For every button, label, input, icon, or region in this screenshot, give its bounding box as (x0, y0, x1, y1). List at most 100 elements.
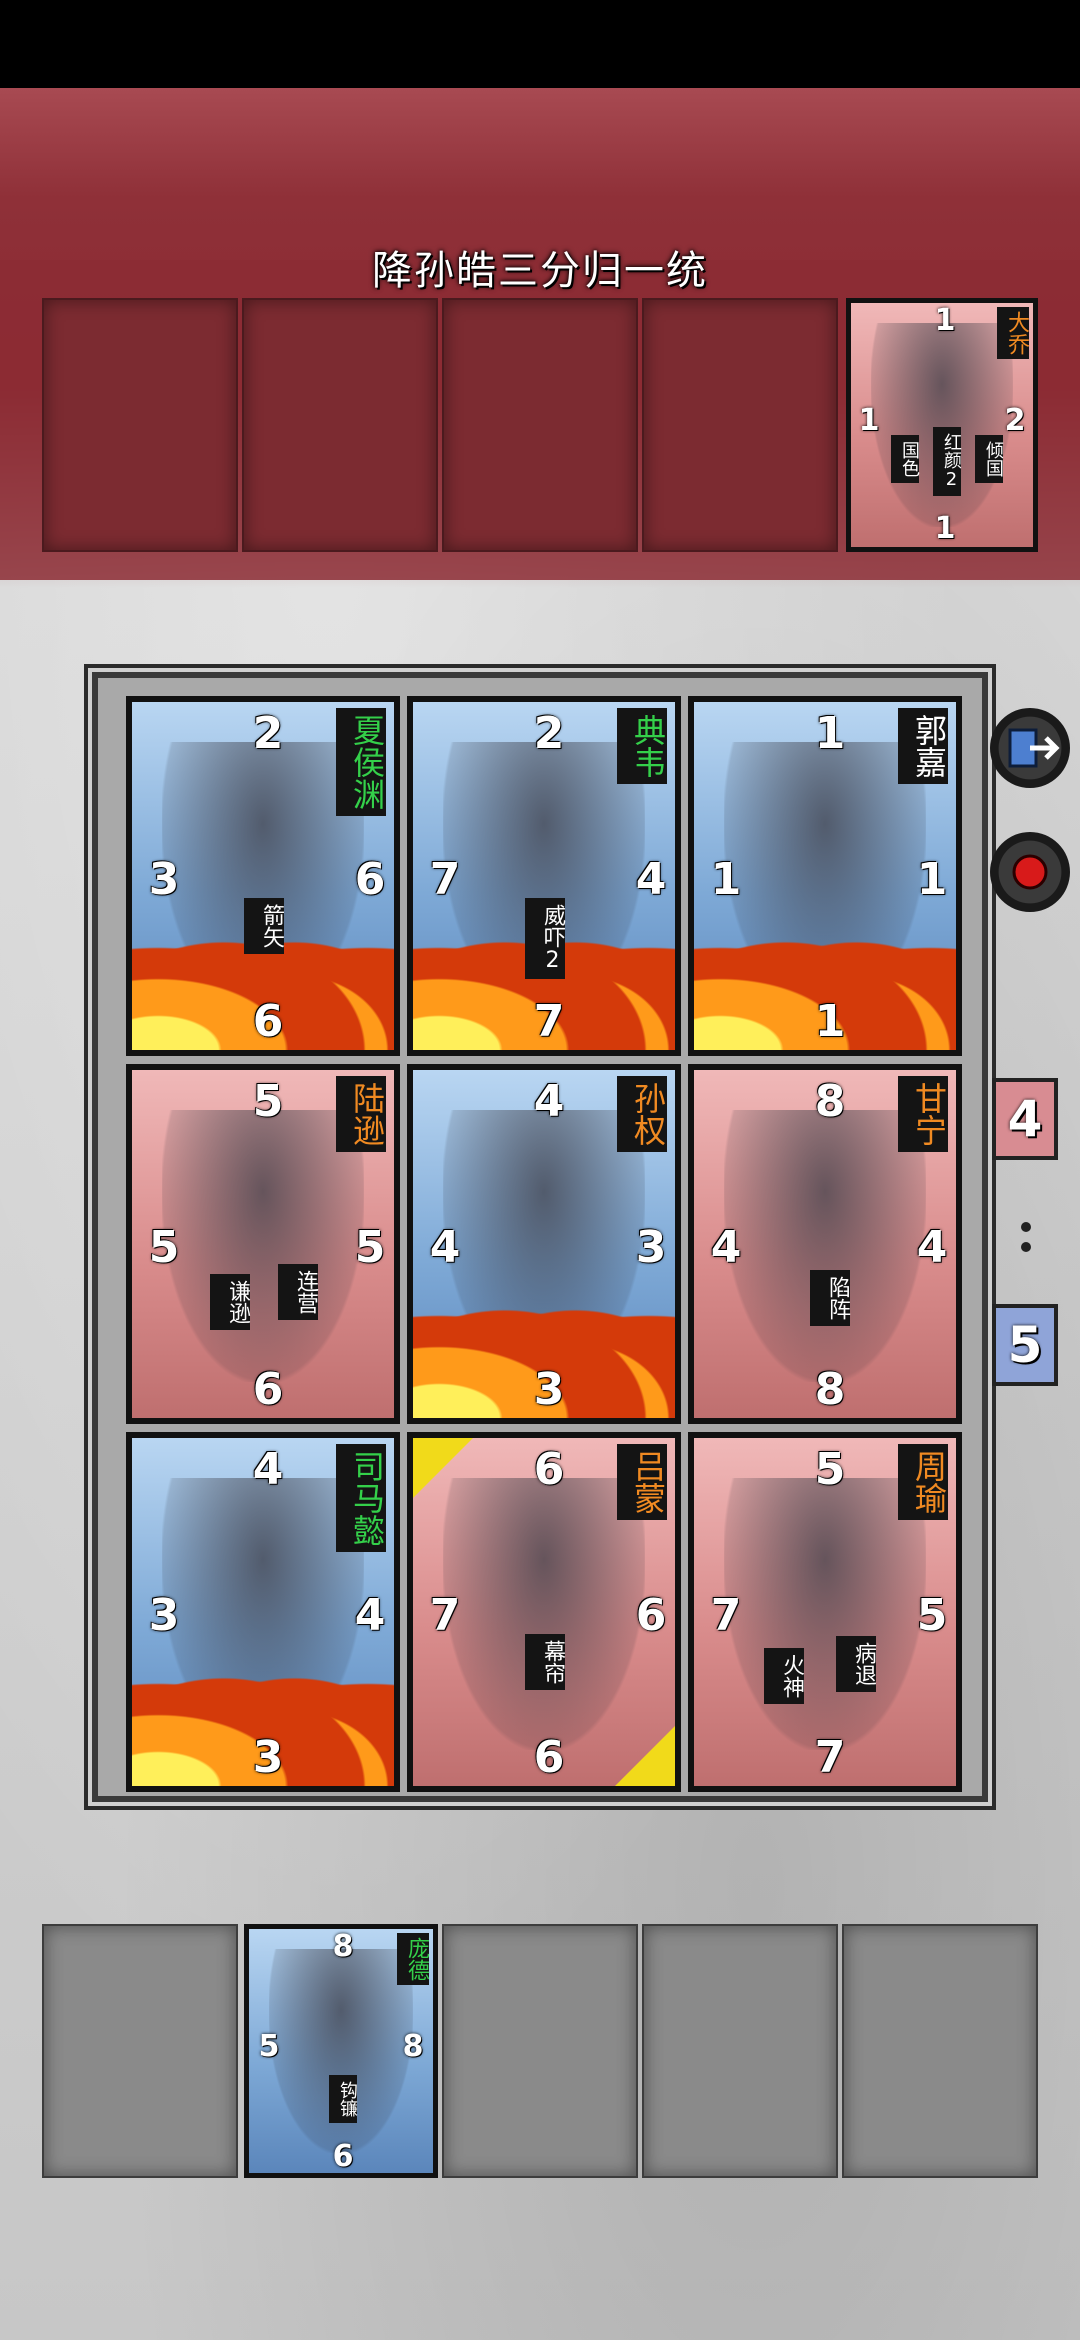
player-hand-card[interactable]: 庞德 8 5 8 6 钩镰 (244, 1924, 438, 2178)
card-value-top: 1 (934, 303, 956, 338)
card-skill: 幕帘 (525, 1634, 565, 1690)
card-skill: 病退 (836, 1636, 876, 1692)
card-value-left: 4 (417, 1220, 473, 1276)
card-value-left: 4 (698, 1220, 754, 1276)
card-value-bottom: 6 (240, 1362, 296, 1418)
card-value-bottom: 6 (240, 994, 296, 1050)
card-value-bottom: 6 (332, 2139, 354, 2174)
card-name: 郭嘉 (898, 708, 948, 784)
card-name: 陆逊 (336, 1076, 386, 1152)
card-value-bottom: 3 (240, 1730, 296, 1786)
player-hand-slot (442, 1924, 638, 2178)
card-name: 典韦 (617, 708, 667, 784)
card-value-top: 8 (332, 1929, 354, 1964)
stage-title: 降孙皓三分归一统 (372, 248, 708, 294)
enemy-hand-slot (242, 298, 438, 552)
card-value-top: 5 (240, 1074, 296, 1130)
card-value-left: 3 (136, 1588, 192, 1644)
board-card-8[interactable]: 吕蒙 6 7 6 6 幕帘 (407, 1432, 681, 1792)
board-card-5[interactable]: 孙权 4 4 3 3 (407, 1064, 681, 1424)
card-skill: 箭矢 (244, 898, 284, 954)
card-portrait (443, 1478, 645, 1750)
card-skill: 红颜2 (933, 427, 962, 496)
card-value-top: 2 (240, 706, 296, 762)
score-separator (1015, 1218, 1035, 1258)
card-skill: 谦逊 (210, 1274, 250, 1330)
card-value-top: 5 (802, 1442, 858, 1498)
card-value-top: 6 (521, 1442, 577, 1498)
card-value-left: 7 (417, 1588, 473, 1644)
card-value-right: 6 (623, 1588, 675, 1644)
card-value-right: 4 (342, 1588, 394, 1644)
card-value-bottom: 1 (934, 511, 956, 546)
card-name: 夏侯渊 (336, 708, 386, 816)
card-name: 周瑜 (898, 1444, 948, 1520)
enemy-hand-slot (642, 298, 838, 552)
card-value-left: 3 (136, 852, 192, 908)
card-name: 司马懿 (336, 1444, 386, 1552)
card-skill: 陷阵 (810, 1270, 850, 1326)
card-value-right: 1 (904, 852, 956, 908)
card-value-left: 5 (258, 2029, 280, 2064)
card-name: 大乔 (997, 307, 1029, 359)
card-skill: 火神 (764, 1648, 804, 1704)
card-value-top: 1 (802, 706, 858, 762)
card-value-right: 2 (1004, 403, 1026, 438)
card-value-bottom: 8 (802, 1362, 858, 1418)
board-card-6[interactable]: 甘宁 8 4 4 8 陷阵 (688, 1064, 962, 1424)
card-portrait (724, 1478, 926, 1750)
card-value-top: 4 (240, 1442, 296, 1498)
red-score: 4 (992, 1078, 1058, 1160)
board-card-2[interactable]: 典韦 2 7 4 7 威吓2 (407, 696, 681, 1056)
card-value-bottom: 7 (802, 1730, 858, 1786)
card-name: 吕蒙 (617, 1444, 667, 1520)
enemy-hand-card[interactable]: 大乔 1 1 2 1 国色 红颜2 倾国 (846, 298, 1038, 552)
card-skill: 连营 (278, 1264, 318, 1320)
card-name: 庞德 (397, 1933, 429, 1985)
card-value-right: 5 (342, 1220, 394, 1276)
card-value-right: 5 (904, 1588, 956, 1644)
enemy-hand-slot (42, 298, 238, 552)
board-card-1[interactable]: 夏侯渊 2 3 6 6 箭矢 (126, 696, 400, 1056)
card-skill: 钩镰 (329, 2075, 358, 2123)
exit-button[interactable] (990, 708, 1070, 788)
card-value-left: 1 (858, 403, 880, 438)
board-card-4[interactable]: 陆逊 5 5 5 6 谦逊 连营 (126, 1064, 400, 1424)
card-value-right: 4 (904, 1220, 956, 1276)
enemy-hand-slot (442, 298, 638, 552)
player-hand-slot (842, 1924, 1038, 2178)
blue-score: 5 (992, 1304, 1058, 1386)
card-value-top: 8 (802, 1074, 858, 1130)
last-played-marker (413, 1438, 473, 1498)
card-value-bottom: 3 (521, 1362, 577, 1418)
player-hand-slot (42, 1924, 238, 2178)
card-portrait (162, 1110, 364, 1382)
card-value-top: 4 (521, 1074, 577, 1130)
card-portrait (724, 1110, 926, 1382)
card-skill: 倾国 (975, 435, 1004, 483)
card-value-left: 7 (698, 1588, 754, 1644)
board-card-3[interactable]: 郭嘉 1 1 1 1 (688, 696, 962, 1056)
card-name: 孙权 (617, 1076, 667, 1152)
board-card-7[interactable]: 司马懿 4 3 4 3 (126, 1432, 400, 1792)
last-played-marker (615, 1726, 675, 1786)
card-value-bottom: 1 (802, 994, 858, 1050)
board-card-9[interactable]: 周瑜 5 7 5 7 火神 病退 (688, 1432, 962, 1792)
record-button[interactable] (990, 832, 1070, 912)
card-value-left: 1 (698, 852, 754, 908)
exit-icon (1008, 728, 1060, 768)
card-value-right: 4 (623, 852, 675, 908)
card-portrait (871, 323, 1013, 527)
card-value-left: 5 (136, 1220, 192, 1276)
card-value-right: 3 (623, 1220, 675, 1276)
player-hand-slot (642, 1924, 838, 2178)
status-bar (0, 0, 1080, 88)
card-value-bottom: 6 (521, 1730, 577, 1786)
card-skill: 国色 (891, 435, 920, 483)
card-name: 甘宁 (898, 1076, 948, 1152)
card-value-right: 8 (402, 2029, 424, 2064)
card-value-top: 2 (521, 706, 577, 762)
card-skill: 威吓2 (525, 898, 565, 979)
card-value-bottom: 7 (521, 994, 577, 1050)
card-value-left: 7 (417, 852, 473, 908)
